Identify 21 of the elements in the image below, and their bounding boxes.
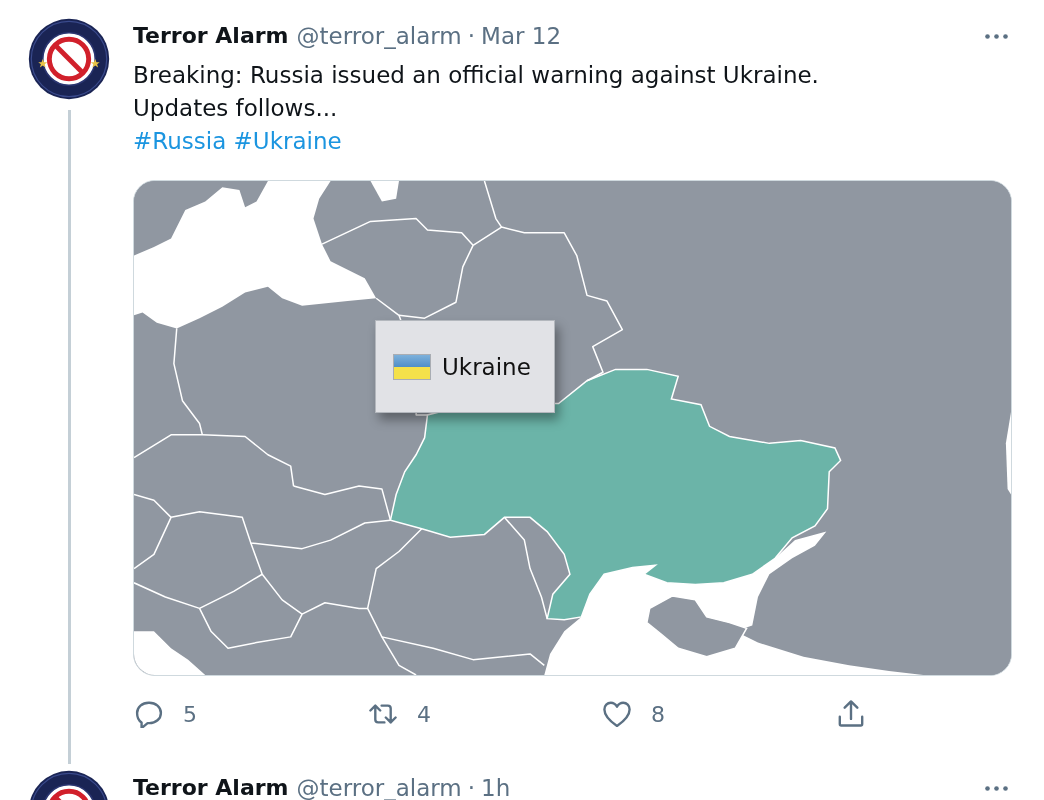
more-icon[interactable] — [985, 33, 1008, 39]
more-icon[interactable] — [985, 785, 1008, 791]
reply-button[interactable]: 5 — [133, 700, 197, 728]
author-handle: @terror_alarm — [296, 22, 462, 51]
author-name[interactable]: Terror Alarm — [133, 774, 289, 800]
timestamp[interactable]: Mar 12 — [481, 18, 562, 54]
tweet-text: Breaking: Russia issued an official warning against Ukraine. Updates follows... — [133, 61, 820, 123]
heart-icon[interactable] — [603, 700, 631, 728]
retweet-button[interactable]: 4 — [367, 700, 431, 728]
avatar-seal-icon[interactable] — [28, 18, 110, 100]
tooltip-label: Ukraine — [442, 353, 531, 380]
separator-dot: · — [467, 774, 476, 800]
timestamp[interactable]: 1h — [481, 774, 511, 800]
like-button[interactable]: 8 — [601, 700, 665, 728]
speech-bubble-icon[interactable] — [135, 700, 163, 728]
hashtag-link[interactable]: #Russia — [133, 128, 227, 154]
flag-icon — [393, 353, 431, 380]
separator-dot: · — [467, 22, 476, 51]
avatar-seal-icon[interactable] — [28, 770, 110, 800]
hashtag-link[interactable]: #Ukraine — [233, 128, 342, 154]
author-name[interactable]: Terror Alarm — [133, 18, 289, 54]
